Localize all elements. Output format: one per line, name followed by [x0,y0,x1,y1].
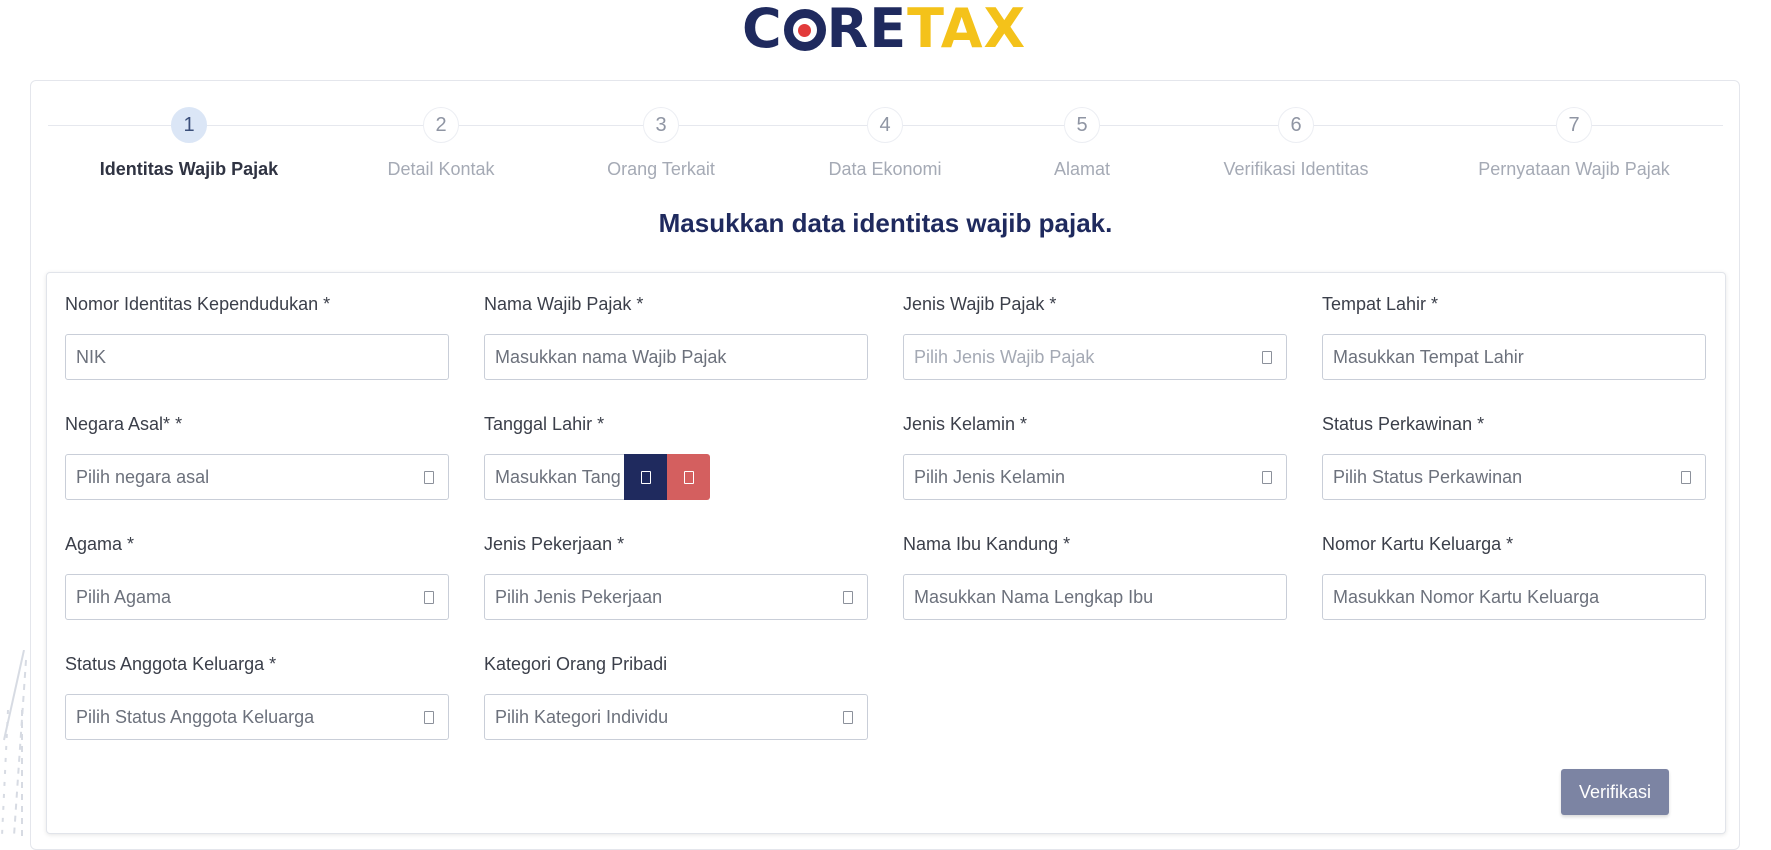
verify-button[interactable]: Verifikasi [1561,769,1669,815]
tanggal-lahir-label: Tanggal Lahir * [484,414,605,434]
coretax-logo: C RE TAX [742,0,1026,58]
pekerjaan-label: Jenis Pekerjaan * [484,534,625,554]
kategori-select[interactable]: Pilih Kategori Individu [484,694,868,740]
step-number: 7 [1556,107,1592,143]
agama-field: Agama * Pilih Agama [65,532,449,620]
tempat-lahir-field: Tempat Lahir * Masukkan Tempat Lahir [1322,292,1706,380]
nama-field: Nama Wajib Pajak * Masukkan nama Wajib P… [484,292,868,380]
nama-label: Nama Wajib Pajak * [484,294,644,314]
calendar-icon [640,470,651,484]
kategori-label: Kategori Orang Pribadi [484,654,668,674]
step-number: 3 [643,107,679,143]
page-title: Masukkan data identitas wajib pajak. [658,208,1113,238]
jenis-kelamin-field: Jenis Kelamin * Pilih Jenis Kelamin [903,412,1287,500]
kategori-value: Pilih Kategori Individu [495,706,669,727]
logo-target-icon [783,9,826,51]
dropdown-icon [424,590,434,604]
jenis-wp-select[interactable]: Pilih Jenis Wajib Pajak [903,334,1287,380]
dropdown-icon [424,710,434,724]
nik-field: Nomor Identitas Kependudukan * NIK [65,292,449,380]
clear-icon [683,470,694,484]
negara-field: Negara Asal* * Pilih negara asal [65,412,449,500]
step-label: Pernyataan Wajib Pajak [1478,159,1670,179]
step-number: 6 [1278,107,1314,143]
date-picker: Masukkan Tang [484,454,868,500]
step-1[interactable]: 1 Identitas Wajib Pajak [59,107,319,180]
tempat-lahir-input[interactable]: Masukkan Tempat Lahir [1322,334,1706,380]
status-keluarga-select[interactable]: Pilih Status Anggota Keluarga [65,694,449,740]
nik-label: Nomor Identitas Kependudukan * [65,294,331,314]
step-number: 4 [867,107,903,143]
pekerjaan-select[interactable]: Pilih Jenis Pekerjaan [484,574,868,620]
ibu-label: Nama Ibu Kandung * [903,534,1071,554]
kategori-field: Kategori Orang Pribadi Pilih Kategori In… [484,652,868,740]
negara-value: Pilih negara asal [76,466,210,487]
kk-label: Nomor Kartu Keluarga * [1322,534,1514,554]
pekerjaan-field: Jenis Pekerjaan * Pilih Jenis Pekerjaan [484,532,868,620]
jenis-wp-field: Jenis Wajib Pajak * Pilih Jenis Wajib Pa… [903,292,1287,380]
step-6[interactable]: 6 Verifikasi Identitas [1166,107,1426,180]
tempat-lahir-label: Tempat Lahir * [1322,294,1439,314]
dropdown-icon [1262,470,1272,484]
status-kawin-select[interactable]: Pilih Status Perkawinan [1322,454,1706,500]
kk-input[interactable]: Masukkan Nomor Kartu Keluarga [1322,574,1706,620]
status-keluarga-field: Status Anggota Keluarga * Pilih Status A… [65,652,449,740]
tanggal-lahir-input[interactable]: Masukkan Tang [484,454,624,500]
step-label: Orang Terkait [607,159,715,179]
jenis-kelamin-value: Pilih Jenis Kelamin [914,466,1066,487]
pekerjaan-value: Pilih Jenis Pekerjaan [495,586,663,607]
jenis-kelamin-label: Jenis Kelamin * [903,414,1028,434]
negara-label: Negara Asal* * [65,414,183,434]
step-3[interactable]: 3 Orang Terkait [531,107,791,180]
status-keluarga-label: Status Anggota Keluarga * [65,654,277,674]
tanggal-lahir-field: Tanggal Lahir * Masukkan Tang [484,412,868,500]
dropdown-icon [843,710,853,724]
jenis-wp-label: Jenis Wajib Pajak * [903,294,1057,314]
step-7[interactable]: 7 Pernyataan Wajib Pajak [1444,107,1704,180]
ibu-input[interactable]: Masukkan Nama Lengkap Ibu [903,574,1287,620]
agama-label: Agama * [65,534,135,554]
logo-text-c: C [742,0,783,60]
jenis-wp-value: Pilih Jenis Wajib Pajak [914,346,1095,367]
step-number: 5 [1064,107,1100,143]
logo-text-re: RE [826,0,908,60]
jenis-kelamin-select[interactable]: Pilih Jenis Kelamin [903,454,1287,500]
ibu-field: Nama Ibu Kandung * Masukkan Nama Lengkap… [903,532,1287,620]
kk-field: Nomor Kartu Keluarga * Masukkan Nomor Ka… [1322,532,1706,620]
calendar-button[interactable] [624,454,667,500]
step-number: 1 [171,107,207,143]
step-label: Identitas Wajib Pajak [99,159,279,179]
dropdown-icon [424,470,434,484]
background-decoration [1,650,27,836]
status-kawin-value: Pilih Status Perkawinan [1333,466,1523,487]
dropdown-icon [843,590,853,604]
dropdown-icon [1681,470,1691,484]
negara-select[interactable]: Pilih negara asal [65,454,449,500]
nama-input[interactable]: Masukkan nama Wajib Pajak [484,334,868,380]
step-number: 2 [423,107,459,143]
status-kawin-field: Status Perkawinan * Pilih Status Perkawi… [1322,412,1706,500]
status-kawin-label: Status Perkawinan * [1322,414,1485,434]
clear-date-button[interactable] [667,454,710,500]
status-keluarga-value: Pilih Status Anggota Keluarga [76,706,315,727]
agama-value: Pilih Agama [76,586,172,607]
step-label: Verifikasi Identitas [1223,159,1369,179]
logo-text-tax: TAX [907,0,1027,60]
dropdown-icon [1262,350,1272,364]
agama-select[interactable]: Pilih Agama [65,574,449,620]
nik-input[interactable]: NIK [65,334,449,380]
